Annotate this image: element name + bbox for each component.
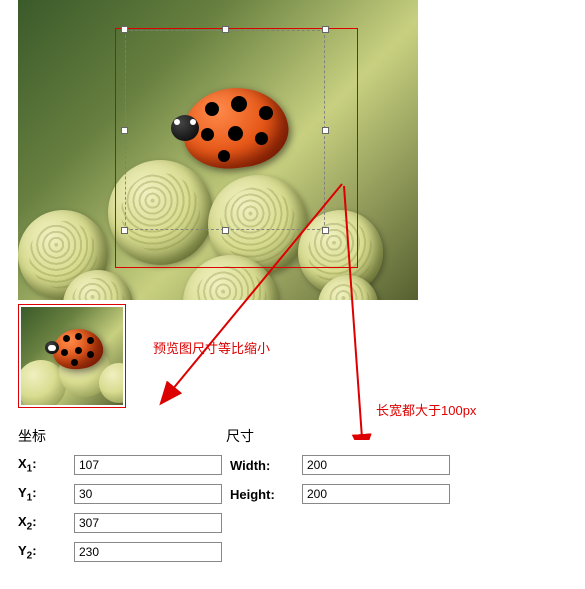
crop-handle-w[interactable] [121,127,128,134]
x1-input[interactable] [74,455,222,475]
coordinates-form: 坐标 尺寸 X1: Width: Y1: Height: X2: Y2: [18,426,518,562]
crop-handle-ne[interactable] [322,26,329,33]
crop-handle-n[interactable] [222,26,229,33]
crop-selection[interactable] [125,30,325,230]
crop-handle-se[interactable] [322,227,329,234]
preview-thumbnail-box [18,304,126,408]
main-image-container [18,0,418,300]
x1-label: X1: [18,456,74,475]
y1-label: Y1: [18,485,74,504]
preview-thumbnail [21,307,123,405]
x2-label: X2: [18,514,74,533]
crop-handle-nw[interactable] [121,26,128,33]
width-label: Width: [230,458,302,473]
height-label: Height: [230,487,302,502]
x2-input[interactable] [74,513,222,533]
preview-note-label: 预览图尺寸等比缩小 [153,338,270,357]
y2-input[interactable] [74,542,222,562]
height-input[interactable] [302,484,450,504]
crop-handle-sw[interactable] [121,227,128,234]
y2-label: Y2: [18,543,74,562]
width-input[interactable] [302,455,450,475]
coord-header: 坐标 [18,426,226,446]
size-note-label: 长宽都大于100px [376,400,476,419]
y1-input[interactable] [74,484,222,504]
crop-handle-s[interactable] [222,227,229,234]
size-header: 尺寸 [226,426,254,446]
crop-handle-e[interactable] [322,127,329,134]
